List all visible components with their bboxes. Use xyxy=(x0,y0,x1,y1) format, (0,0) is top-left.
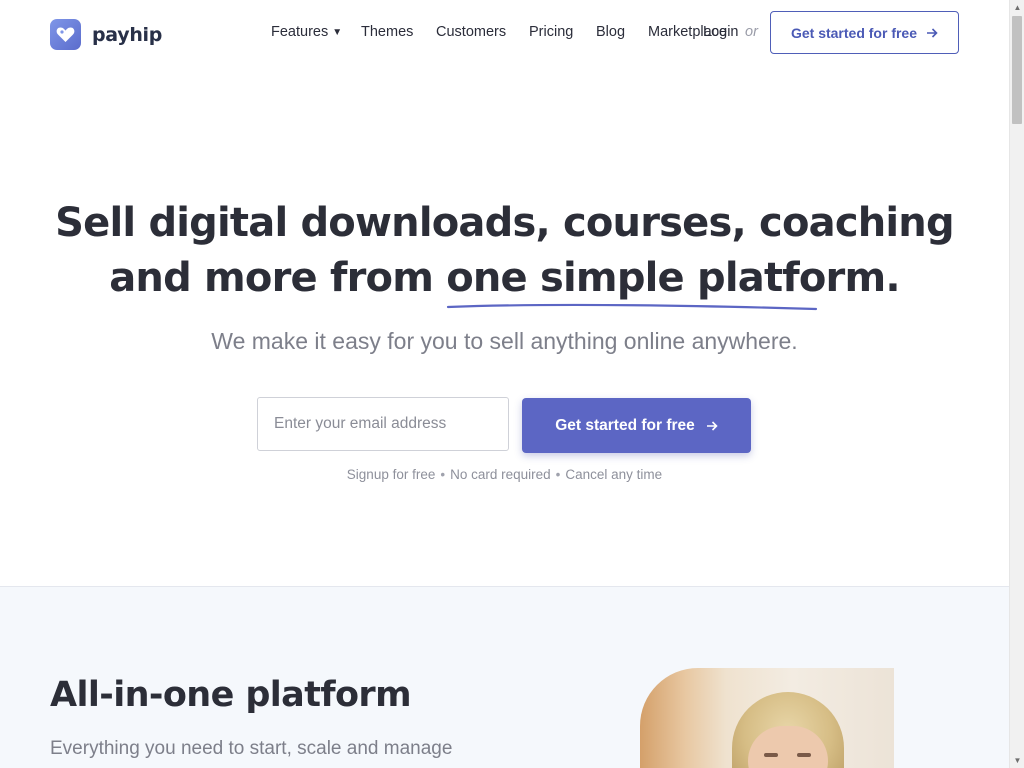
hero-cta-label: Get started for free xyxy=(555,416,695,434)
perk-item: Signup for free xyxy=(346,467,436,482)
logo[interactable]: payhip xyxy=(50,19,162,50)
hero-title-line2-suffix: . xyxy=(885,255,900,301)
signup-perks: Signup for free • No card required • Cancel … xyxy=(0,467,1009,482)
nav-item-blog[interactable]: Blog xyxy=(596,24,625,40)
arrow-right-icon xyxy=(927,27,938,38)
hero-title: Sell digital downloads, courses, coachin… xyxy=(0,196,1009,311)
perk-item: Cancel any time xyxy=(565,467,663,482)
header-get-started-button[interactable]: Get started for free xyxy=(770,11,959,54)
hero-title-line2-prefix: and more from xyxy=(109,255,447,301)
login-link[interactable]: Login xyxy=(703,24,738,40)
arrow-right-icon xyxy=(706,420,718,431)
section-title: All-in-one platform xyxy=(50,675,412,715)
header-cta-label: Get started for free xyxy=(790,24,918,41)
page: payhip Features ▼ Themes Customers Pricin… xyxy=(0,0,1009,768)
chevron-down-icon: ▼ xyxy=(332,27,343,38)
nav-item-features[interactable]: Features ▼ xyxy=(271,24,342,40)
scroll-up-arrow-icon[interactable]: ▲ xyxy=(1010,0,1024,15)
site-header: payhip Features ▼ Themes Customers Pricin… xyxy=(0,0,1009,64)
bullet-separator: • xyxy=(555,467,561,482)
nav-item-label: Features xyxy=(271,24,329,40)
brand-name: payhip xyxy=(92,23,163,46)
scroll-down-arrow-icon[interactable]: ▼ xyxy=(1010,753,1024,768)
email-input[interactable] xyxy=(257,397,509,451)
bullet-separator: • xyxy=(440,467,446,482)
scrollbar-thumb[interactable] xyxy=(1012,16,1022,124)
or-separator: or xyxy=(745,24,758,40)
underline-squiggle xyxy=(447,303,818,311)
vertical-scrollbar[interactable]: ▲ ▼ xyxy=(1009,0,1024,768)
hero-get-started-button[interactable]: Get started for free xyxy=(522,398,751,453)
hero-title-highlight: one simple platform xyxy=(446,251,886,311)
hero-title-line1: Sell digital downloads, courses, coachin… xyxy=(55,200,954,246)
nav-item-themes[interactable]: Themes xyxy=(361,24,413,40)
nav-item-customers[interactable]: Customers xyxy=(436,24,506,40)
all-in-one-section: All-in-one platform Everything you need … xyxy=(0,586,1009,768)
section-subtitle: Everything you need to start, scale and … xyxy=(50,738,453,759)
hero-subtitle: We make it easy for you to sell anything… xyxy=(211,328,798,354)
nav-item-pricing[interactable]: Pricing xyxy=(529,24,573,40)
heart-tag-icon xyxy=(50,19,81,50)
creator-photo xyxy=(640,668,894,768)
perk-item: No card required xyxy=(450,467,551,482)
